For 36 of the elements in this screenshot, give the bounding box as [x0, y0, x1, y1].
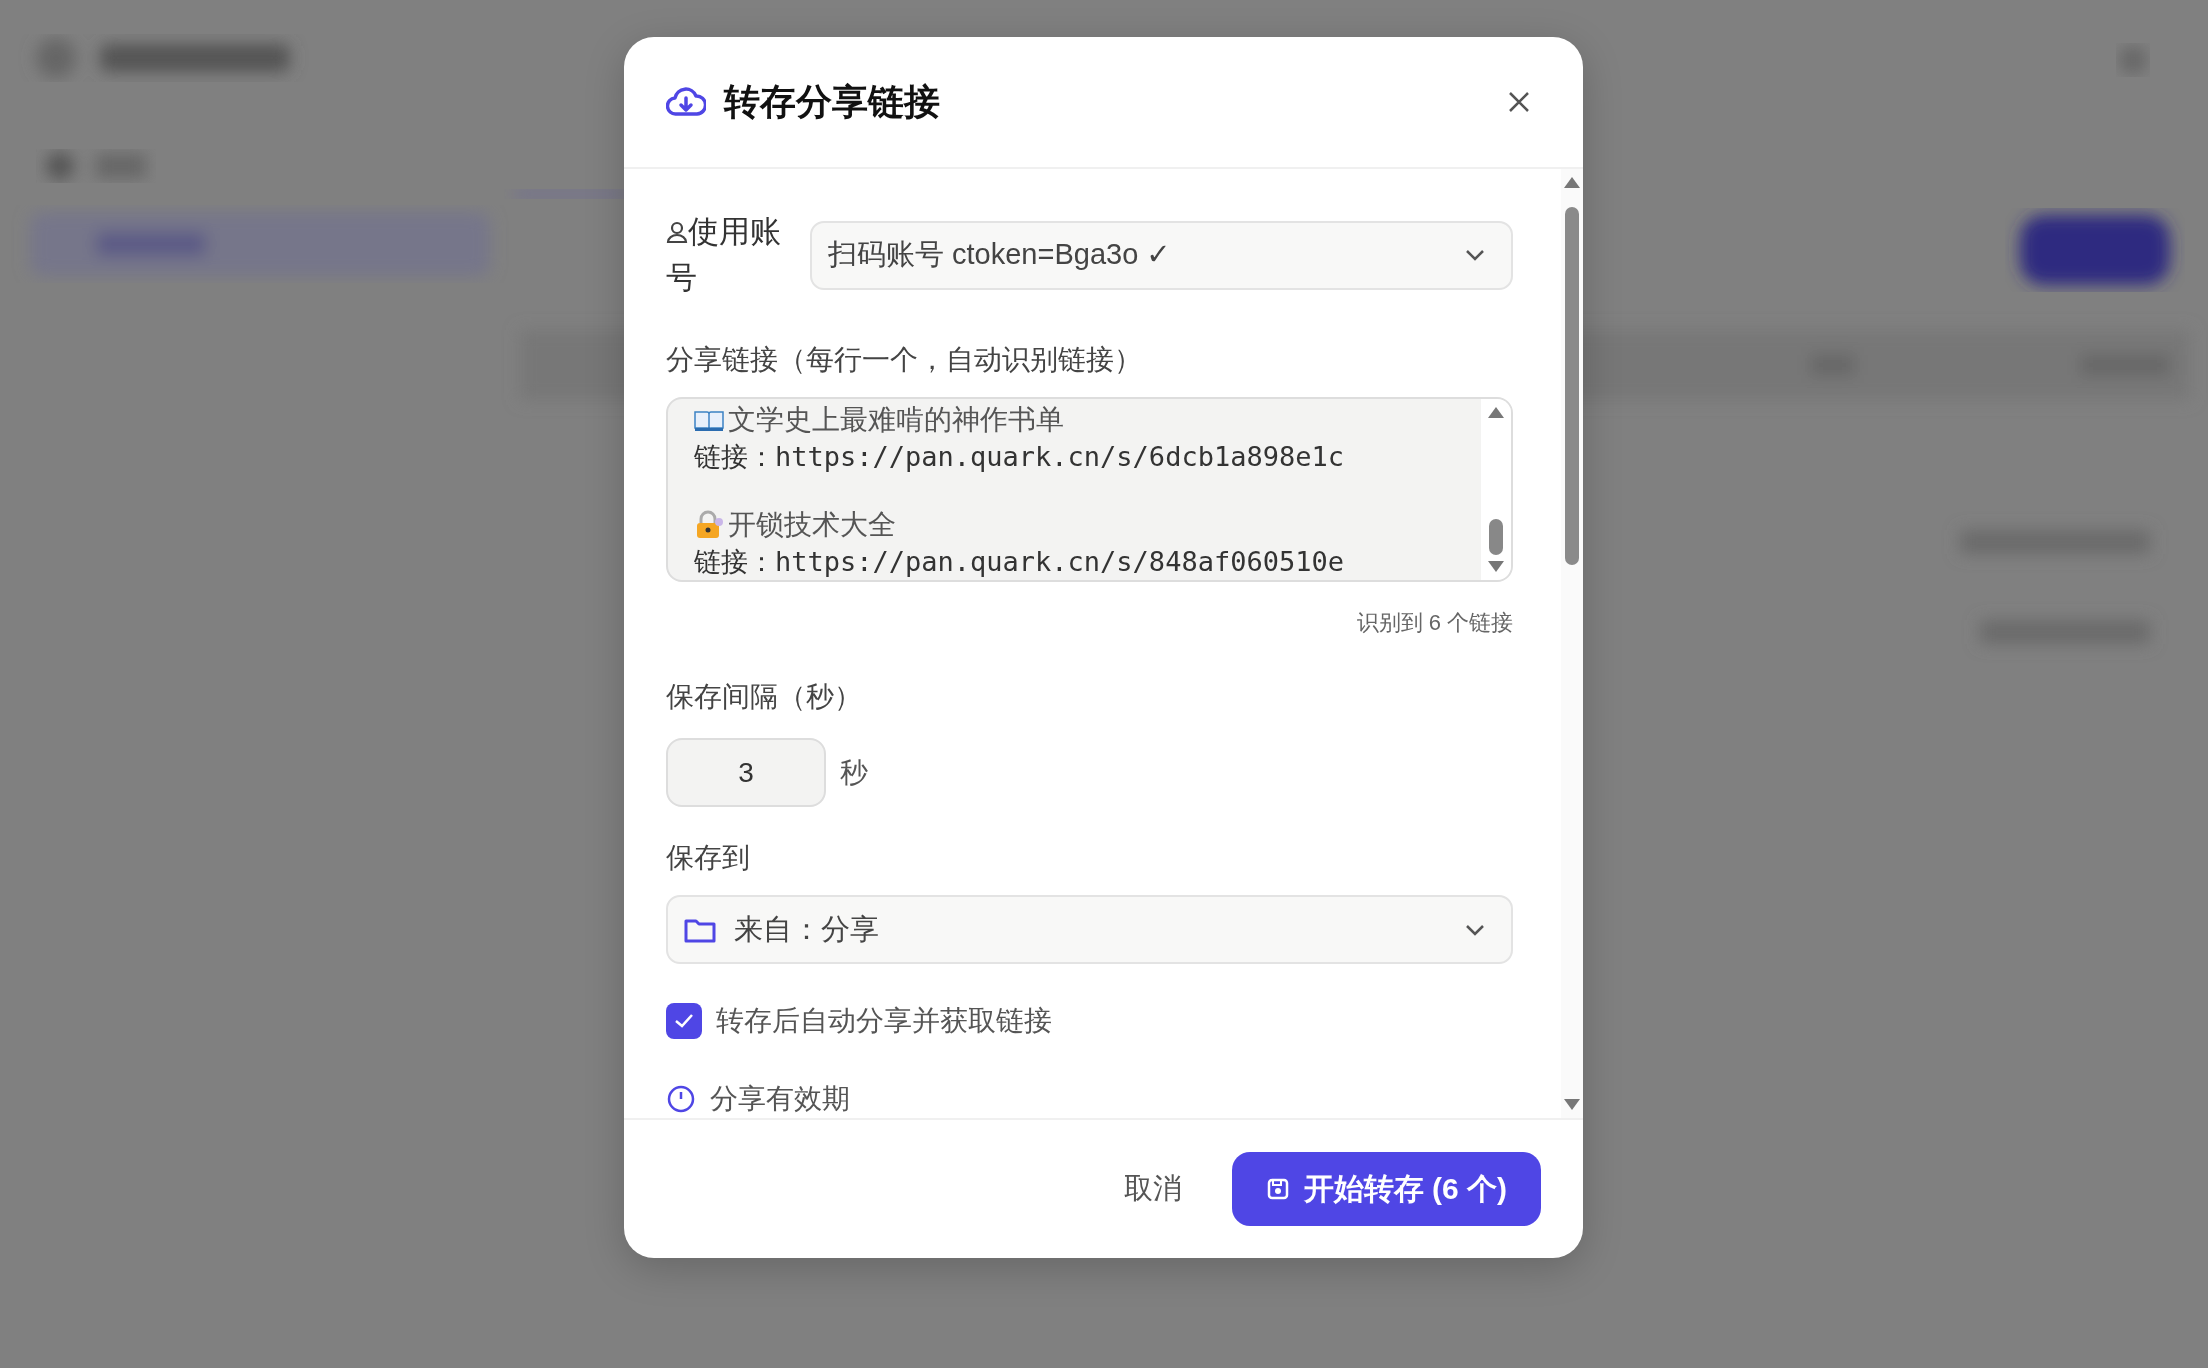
- book-icon: [694, 408, 724, 432]
- interval-input[interactable]: 3: [666, 738, 826, 807]
- expiry-label: 分享有效期: [710, 1082, 850, 1116]
- unit-text: 秒: [840, 755, 868, 790]
- clock-icon: [666, 1084, 696, 1114]
- scrollbar-thumb[interactable]: [1489, 519, 1503, 555]
- chevron-down-icon: [1465, 923, 1485, 936]
- share-links-label: 分享链接（每行一个，自动识别链接）: [666, 343, 1143, 377]
- account-label: 使用账号: [666, 213, 782, 297]
- folder-select[interactable]: 来自：分享: [666, 895, 1513, 964]
- lock-key-icon: [694, 510, 724, 540]
- scroll-up-icon[interactable]: [1563, 175, 1581, 189]
- scroll-down-icon[interactable]: [1487, 560, 1505, 574]
- scrollbar-thumb[interactable]: [1565, 207, 1579, 565]
- interval-label: 保存间隔（秒）: [666, 680, 863, 714]
- share-links-textarea[interactable]: 文学史上最难啃的神作书单 链接：https://pan.quark.cn/s/6dcb1a898e1c 开锁技术大全 链接：https://pan.quark.cn/s/848af060510e: [666, 397, 1513, 582]
- link-url-text: 链接：https://pan.quark.cn/s/6dcb1a898e1c: [694, 440, 1344, 474]
- dialog-title: 转存分享链接: [724, 79, 941, 124]
- user-icon: [666, 220, 688, 244]
- chevron-down-icon: [1465, 249, 1485, 261]
- checkmark-icon: [674, 1013, 694, 1029]
- auto-share-checkbox[interactable]: [666, 1003, 702, 1039]
- auto-share-label: 转存后自动分享并获取链接: [716, 1004, 1052, 1038]
- cloud-download-icon: [666, 86, 706, 118]
- cancel-button[interactable]: 取消: [1107, 1159, 1198, 1219]
- link-title-text: 开锁技术大全: [728, 507, 896, 543]
- start-transfer-button[interactable]: 开始转存 (6 个): [1231, 1152, 1541, 1226]
- scroll-up-icon[interactable]: [1487, 405, 1505, 419]
- account-select[interactable]: 扫码账号 ctoken=Bga3o ✓: [810, 220, 1513, 290]
- save-to-label: 保存到: [666, 841, 751, 875]
- link-title-text: 文学史上最难啃的神作书单: [728, 402, 1064, 438]
- link-url-text: 链接：https://pan.quark.cn/s/848af060510e: [694, 545, 1344, 579]
- blurred-button[interactable]: [2020, 215, 2170, 285]
- save-icon: [1265, 1177, 1290, 1201]
- link-count-text: 识别到 6 个链接: [1356, 609, 1513, 637]
- scroll-down-icon[interactable]: [1563, 1098, 1581, 1112]
